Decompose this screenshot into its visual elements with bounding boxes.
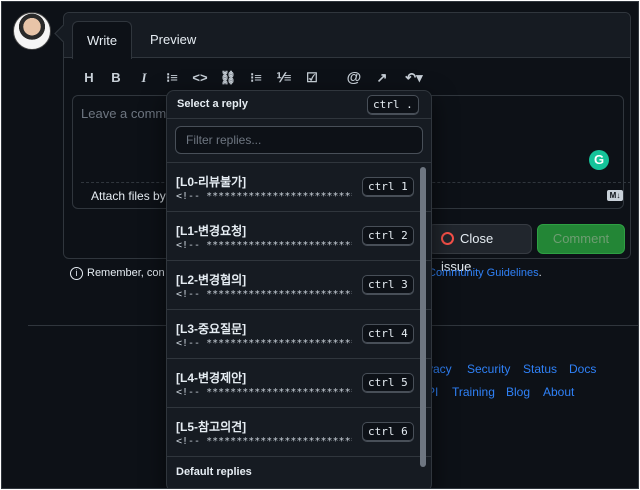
default-replies-label: Default replies xyxy=(176,466,252,478)
saved-reply-item[interactable]: [L3-중요질문] <!-- *************************… xyxy=(167,310,431,359)
code-icon[interactable]: <> xyxy=(189,67,211,89)
reply-title: [L4-변경제안] xyxy=(176,371,247,385)
markdown-icon[interactable]: M↓ xyxy=(607,190,623,201)
quote-icon[interactable]: ⁝≡ xyxy=(161,67,183,89)
reference-icon[interactable]: ↗ xyxy=(371,67,393,89)
reply-preview: <!-- ******************************... xyxy=(176,436,352,447)
footer-link-docs[interactable]: Docs xyxy=(569,362,596,376)
bullet-list-icon[interactable]: ⁝≡ xyxy=(245,67,267,89)
tab-write[interactable]: Write xyxy=(72,21,133,59)
reply-title: [L1-변경요청] xyxy=(176,224,247,238)
mention-icon[interactable]: @ xyxy=(343,67,365,89)
bold-icon[interactable]: B xyxy=(105,67,127,89)
attach-files-label: Attach files by d xyxy=(91,189,176,203)
heading-icon[interactable]: H xyxy=(78,67,100,89)
default-replies-header: Default replies xyxy=(167,457,431,487)
reply-shortcut: ctrl 4 xyxy=(362,324,414,344)
saved-reply-item[interactable]: [L4-변경제안] <!-- *************************… xyxy=(167,359,431,408)
reply-preview: <!-- ******************************... xyxy=(176,387,352,398)
saved-replies-icon[interactable]: ↶▾ xyxy=(399,67,429,89)
italic-icon[interactable]: I xyxy=(133,67,155,89)
filter-wrap xyxy=(167,119,431,163)
avatar[interactable] xyxy=(13,12,51,50)
reply-shortcut: ctrl 2 xyxy=(362,226,414,246)
footer-link-blog[interactable]: Blog xyxy=(506,385,530,399)
reply-shortcut: ctrl 5 xyxy=(362,373,414,393)
popup-header: Select a reply ctrl . xyxy=(167,91,431,119)
reply-title: [L5-참고의견] xyxy=(176,420,247,434)
popup-shortcut: ctrl . xyxy=(367,95,419,115)
filter-replies-input[interactable] xyxy=(175,126,423,154)
remember-text: Remember, con xyxy=(87,267,165,279)
footer-link-about[interactable]: About xyxy=(543,385,574,399)
info-icon: i xyxy=(70,267,83,280)
reply-preview: <!-- ******************************... xyxy=(176,240,352,251)
close-issue-button[interactable]: Close issue xyxy=(428,224,532,274)
saved-replies-popup: Select a reply ctrl . [L0-리뷰불가] <!-- ***… xyxy=(166,90,432,488)
numbered-list-icon[interactable]: ⅟≡ xyxy=(273,67,295,89)
reply-shortcut: ctrl 6 xyxy=(362,422,414,442)
reply-title: [L2-변경협의] xyxy=(176,273,247,287)
community-guidelines-link[interactable]: Community Guidelines xyxy=(428,267,539,279)
reply-preview: <!-- ******************************... xyxy=(176,191,352,202)
reply-preview: <!-- ******************************... xyxy=(176,289,352,300)
task-list-icon[interactable]: ☑ xyxy=(301,67,323,89)
guidelines-suffix: . xyxy=(538,267,542,279)
comment-button[interactable]: Comment xyxy=(537,224,625,254)
saved-reply-item[interactable]: [L1-변경요청] <!-- *************************… xyxy=(167,212,431,261)
link-icon[interactable]: ⛓ xyxy=(217,67,239,89)
tab-preview[interactable]: Preview xyxy=(136,21,210,59)
footer-link-security[interactable]: Security xyxy=(467,362,510,376)
page-frame: Write Preview H B I ⁝≡ <> ⛓ ⁝≡ ⅟≡ ☑ @ ↗ … xyxy=(1,1,639,489)
saved-reply-item[interactable]: [L2-변경협의] <!-- *************************… xyxy=(167,261,431,310)
reply-title: [L3-중요질문] xyxy=(176,322,247,336)
grammarly-icon[interactable]: G xyxy=(589,150,609,170)
community-guidelines-note: Community Guidelines. xyxy=(428,267,542,279)
saved-reply-item[interactable]: [L0-리뷰불가] <!-- *************************… xyxy=(167,163,431,212)
popup-title: Select a reply xyxy=(177,98,248,110)
close-issue-icon xyxy=(441,232,454,245)
reply-shortcut: ctrl 3 xyxy=(362,275,414,295)
remember-note: i Remember, con xyxy=(70,267,165,280)
reply-shortcut: ctrl 1 xyxy=(362,177,414,197)
footer-link-status[interactable]: Status xyxy=(523,362,557,376)
reply-preview: <!-- ******************************... xyxy=(176,338,352,349)
reply-title: [L0-리뷰불가] xyxy=(176,175,247,189)
editor-tabbar: Write Preview xyxy=(64,13,630,59)
footer-link-training[interactable]: Training xyxy=(452,385,495,399)
popup-scrollbar[interactable] xyxy=(420,167,426,467)
saved-reply-item[interactable]: [L5-참고의견] <!-- *************************… xyxy=(167,408,431,457)
